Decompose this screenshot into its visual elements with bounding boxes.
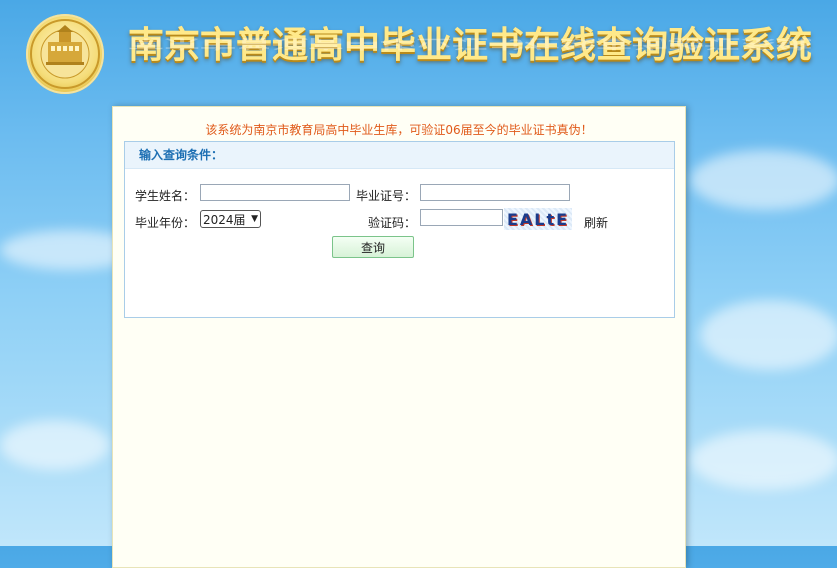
graduation-year-value: 2024届 (203, 212, 246, 227)
system-title-reflection: 南京市普通高中毕业证书在线查询验证系统 (128, 36, 813, 51)
cloud-decoration (700, 300, 837, 370)
cloud-decoration (0, 420, 110, 470)
cloud-decoration (690, 150, 837, 210)
captcha-text: EALtE (506, 209, 570, 229)
query-form-heading: 输入查询条件： (125, 142, 674, 169)
captcha-image[interactable]: EALtE (504, 208, 572, 230)
query-button[interactable]: 查询 (332, 236, 414, 258)
certificate-number-input[interactable] (420, 184, 570, 201)
refresh-captcha-link[interactable]: 刷新 (584, 214, 608, 231)
graduation-year-label: 毕业年份： (135, 216, 196, 230)
system-notice: 该系统为南京市教育局高中毕业生库，可验证06届至今的毕业证书真伪！ (205, 123, 593, 137)
graduation-year-select[interactable]: 2024届 ▼ (200, 210, 261, 228)
building-emblem-icon (30, 19, 100, 89)
cloud-decoration (690, 430, 837, 490)
chevron-down-icon: ▼ (251, 214, 258, 224)
main-panel: 该系统为南京市教育局高中毕业生库，可验证06届至今的毕业证书真伪！ 输入查询条件… (112, 106, 686, 568)
query-form: 输入查询条件： 学生姓名： 毕业证号： 毕业年份： 2024届 ▼ 验证码： E… (124, 141, 675, 318)
captcha-label: 验证码： (368, 216, 417, 230)
education-logo (26, 14, 104, 94)
certificate-number-label: 毕业证号： (356, 189, 417, 203)
captcha-input[interactable] (420, 209, 503, 226)
student-name-input[interactable] (200, 184, 350, 201)
student-name-label: 学生姓名： (135, 189, 196, 203)
